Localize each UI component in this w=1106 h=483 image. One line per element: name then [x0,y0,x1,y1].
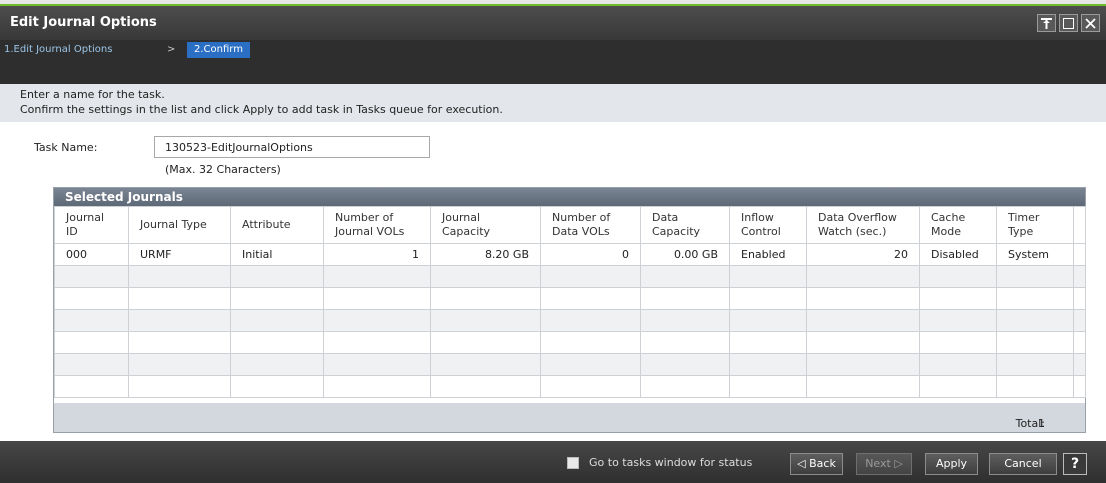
cell-attribute: Initial [230,243,324,266]
cell-overflow-watch: 20 [806,243,920,266]
column-header[interactable]: Journal ID [54,206,129,244]
column-header[interactable]: Number of Journal VOLs [323,206,431,244]
task-name-input[interactable] [154,136,430,158]
empty-row [54,331,1086,354]
task-name-label: Task Name: [34,141,98,154]
cell-data-vols: 0 [540,243,641,266]
instruction-line: Enter a name for the task. [20,88,165,101]
cell-spacer [1073,243,1086,266]
help-icon[interactable]: ? [1063,453,1087,475]
cell-data-capacity: 0.00 GB [640,243,730,266]
header-band [0,62,1106,84]
empty-row [54,375,1086,398]
column-header[interactable]: Number of Data VOLs [540,206,641,244]
journals-table: Journal ID Journal Type Attribute Number… [54,206,1086,398]
cell-journal-capacity: 8.20 GB [430,243,541,266]
column-header[interactable]: Inflow Control [729,206,807,244]
instruction-line: Confirm the settings in the list and cli… [20,103,503,116]
close-icon[interactable] [1081,14,1100,32]
apply-button[interactable]: Apply [925,453,978,475]
empty-row [54,265,1086,288]
next-button[interactable]: Next ▷ [856,453,912,475]
maximize-icon[interactable] [1059,14,1078,32]
column-header[interactable]: Journal Capacity [430,206,541,244]
empty-row [54,287,1086,310]
step-separator: > [167,44,176,55]
empty-row [54,309,1086,332]
go-to-tasks-label[interactable]: Go to tasks window for status [589,456,752,469]
step-edit-journal-options[interactable]: 1.Edit Journal Options [4,44,112,55]
cancel-button[interactable]: Cancel [989,453,1057,475]
window-controls [1037,14,1100,32]
window-title: Edit Journal Options [10,15,157,30]
action-bar: Go to tasks window for status ◁ Back Nex… [0,441,1106,483]
cell-cache-mode: Disabled [919,243,997,266]
go-to-tasks-checkbox[interactable] [567,457,579,469]
total-value: 1 [1038,417,1045,430]
column-header[interactable]: Journal Type [128,206,231,244]
empty-row [54,353,1086,376]
table-footer: Total: 1 [54,403,1085,432]
instructions-panel: Enter a name for the task. Confirm the s… [0,84,1106,122]
cell-journal-type: URMF [128,243,231,266]
column-header-spacer [1073,206,1086,244]
wizard-steps: 1.Edit Journal Options > 2.Confirm [0,40,1106,62]
column-header[interactable]: Timer Type [996,206,1074,244]
cell-journal-id: 000 [54,243,129,266]
panel-title: Selected Journals [65,190,183,204]
cell-journal-vols: 1 [323,243,431,266]
selected-journals-panel: Selected Journals Journal ID Journal Typ… [53,187,1086,433]
panel-header: Selected Journals [54,188,1085,206]
title-bar: Edit Journal Options [0,6,1106,40]
column-header[interactable]: Data Capacity [640,206,730,244]
pin-icon[interactable] [1037,14,1056,32]
back-button[interactable]: ◁ Back [790,453,843,475]
cell-timer-type: System [996,243,1074,266]
column-header[interactable]: Cache Mode [919,206,997,244]
column-header[interactable]: Attribute [230,206,324,244]
step-confirm: 2.Confirm [187,42,250,58]
task-name-hint: (Max. 32 Characters) [165,163,281,176]
column-header[interactable]: Data Overflow Watch (sec.) [806,206,920,244]
table-header-row: Journal ID Journal Type Attribute Number… [54,206,1086,244]
cell-inflow-control: Enabled [729,243,807,266]
table-row[interactable]: 000 URMF Initial 1 8.20 GB 0 0.00 GB Ena… [54,243,1086,266]
